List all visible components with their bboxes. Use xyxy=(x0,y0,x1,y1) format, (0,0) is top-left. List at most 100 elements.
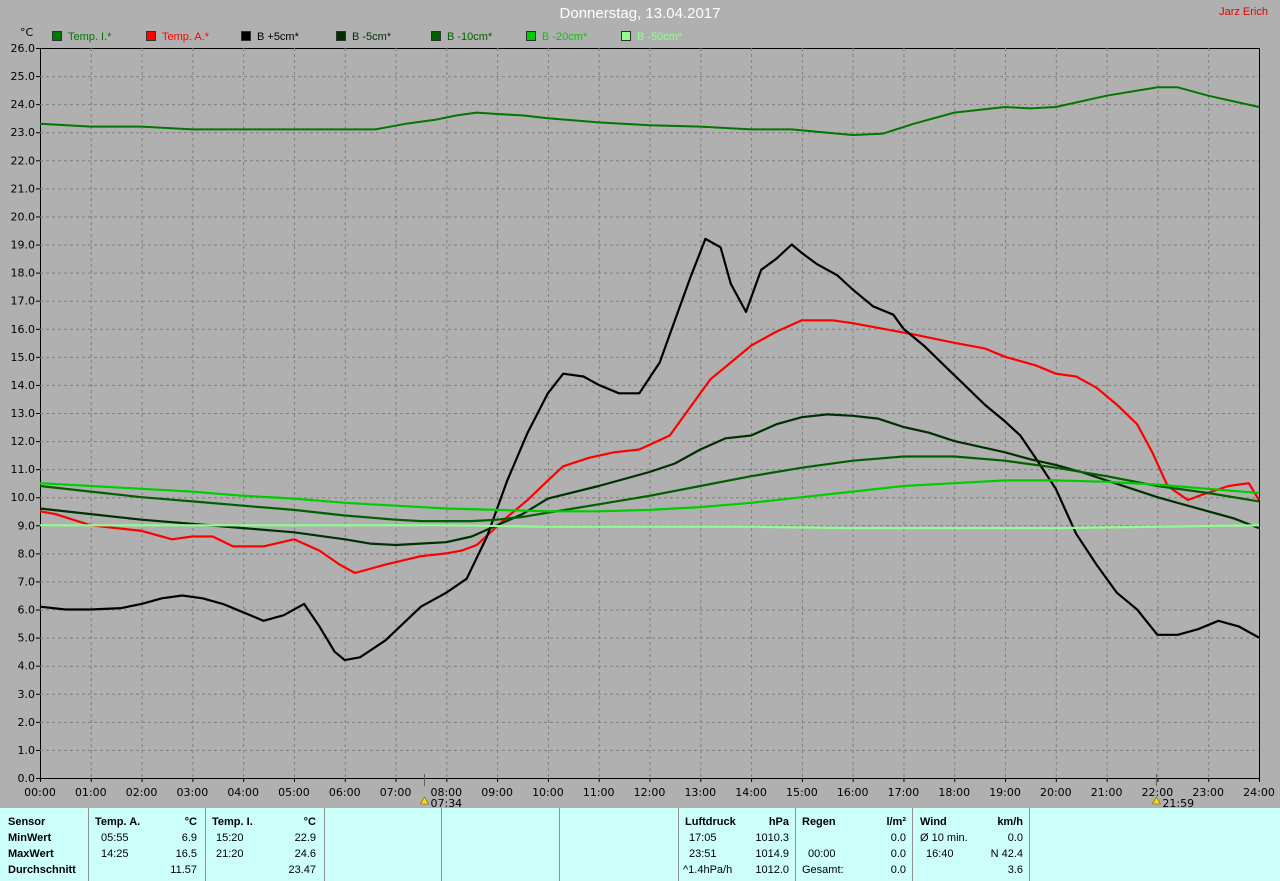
pressure-avg: 1012.0 xyxy=(755,864,789,876)
stats-col-rain: Regen l/m² 0.0 00:00 0.0 Gesamt: 0.0 xyxy=(796,808,913,881)
rain-r2-value: 0.0 xyxy=(890,848,906,860)
y-tick-label: 25.0 xyxy=(11,70,36,83)
x-tick-label: 15:00 xyxy=(786,786,818,799)
x-tick-label: 14:00 xyxy=(735,786,767,799)
line-chart: °C 0.0 1.0 2.0 3.0 4.0 5.0 6.0 7.0 8.0 9.0 10.0 11.… xyxy=(11,26,1275,808)
wind-r2-label: 16:40 xyxy=(926,848,954,860)
x-tick-label: 07:00 xyxy=(380,786,412,799)
temp-i-min: 22.9 xyxy=(294,832,316,844)
temp-a-avg: 11.57 xyxy=(170,864,197,876)
stats-col-empty-1 xyxy=(325,808,442,881)
x-tick-label: 11:00 xyxy=(583,786,615,799)
y-tick-label: 23.0 xyxy=(11,126,36,139)
temp-i-avg: 23.47 xyxy=(288,864,316,876)
legend-swatch xyxy=(526,31,536,41)
pressure-max-time: 23:51 xyxy=(689,848,717,860)
marker-label: 21:59 xyxy=(1162,797,1194,808)
x-tick-label: 19:00 xyxy=(989,786,1021,799)
sunrise-icon xyxy=(419,796,430,805)
legend-item: Temp. I.* xyxy=(52,31,111,43)
y-tick-label: 4.0 xyxy=(18,660,36,673)
temp-i-max-time: 21:20 xyxy=(216,848,244,860)
stats-col-pressure: Luftdruck hPa 17:05 1010.3 23:51 1014.9 … xyxy=(679,808,796,881)
y-tick-label: 26.0 xyxy=(11,42,36,55)
y-tick-label: 2.0 xyxy=(18,716,36,729)
x-tick-label: 18:00 xyxy=(938,786,970,799)
wind-r1-value: 0.0 xyxy=(1007,832,1023,844)
legend-label: B -10cm* xyxy=(447,31,493,43)
marker-label: 07:34 xyxy=(430,797,462,808)
x-tick-label: 01:00 xyxy=(75,786,107,799)
x-tick-label: 12:00 xyxy=(634,786,666,799)
legend-item: B -50cm* xyxy=(621,31,682,43)
legend-label: B -50cm* xyxy=(637,31,683,43)
y-tick-label: 14.0 xyxy=(11,379,36,392)
rain-r3-value: 0.0 xyxy=(890,864,906,876)
sensor-header: Sensor xyxy=(8,816,46,828)
wind-r2-value: N 42.4 xyxy=(990,848,1023,860)
x-tick-label: 20:00 xyxy=(1040,786,1072,799)
legend-swatch xyxy=(52,31,62,41)
rain-unit: l/m² xyxy=(886,816,906,828)
y-tick-label: 7.0 xyxy=(18,575,36,588)
temp-a-min-time: 05:55 xyxy=(101,832,129,844)
x-tick-label: 16:00 xyxy=(837,786,869,799)
stats-col-temp-i: Temp. I. °C 15:20 22.9 21:20 24.6 23.47 xyxy=(206,808,325,881)
temp-i-unit: °C xyxy=(303,816,316,828)
temp-a-header: Temp. A. xyxy=(95,816,141,828)
row-label-max: MaxWert xyxy=(8,848,54,860)
temp-i-min-time: 15:20 xyxy=(216,832,244,844)
legend-label: B +5cm* xyxy=(257,31,299,43)
legend-label: Temp. I.* xyxy=(68,31,112,43)
legend-item: B -20cm* xyxy=(526,31,587,43)
y-tick-label: 12.0 xyxy=(11,435,36,448)
x-tick-label: 09:00 xyxy=(481,786,513,799)
temp-a-max: 16.5 xyxy=(175,848,197,860)
stats-col-empty-3 xyxy=(560,808,679,881)
stats-col-wind: Wind km/h Ø 10 min. 0.0 16:40 N 42.4 3.6 xyxy=(913,808,1030,881)
x-tick-label: 21:00 xyxy=(1091,786,1123,799)
stats-col-empty-2 xyxy=(442,808,560,881)
rain-header: Regen xyxy=(802,816,836,828)
pressure-min-time: 17:05 xyxy=(689,832,717,844)
x-tick-label: 03:00 xyxy=(177,786,209,799)
stats-panel: Sensor MinWert MaxWert Durchschnitt Temp… xyxy=(0,808,1280,881)
y-tick-label: 3.0 xyxy=(18,688,36,701)
legend-swatch xyxy=(431,31,441,41)
rain-r3-label: Gesamt: xyxy=(802,864,844,876)
legend-swatch xyxy=(146,31,156,41)
legend-label: B -20cm* xyxy=(542,31,588,43)
temp-a-unit: °C xyxy=(184,816,197,828)
legend-item: Temp. A.* xyxy=(146,31,209,43)
y-axis: 0.0 1.0 2.0 3.0 4.0 5.0 6.0 7.0 8.0 9.0 10.0 11.0 12… xyxy=(11,42,40,785)
legend-item: B -5cm* xyxy=(336,31,391,43)
x-tick-label: 17:00 xyxy=(888,786,920,799)
legend-label: B -5cm* xyxy=(352,31,392,43)
y-tick-label: 0.0 xyxy=(18,772,36,785)
y-tick-label: 6.0 xyxy=(18,604,36,617)
rain-r2-label: 00:00 xyxy=(808,848,836,860)
y-tick-label: 10.0 xyxy=(11,491,36,504)
wind-unit: km/h xyxy=(997,816,1023,828)
x-tick-label: 00:00 xyxy=(24,786,56,799)
x-tick-label: 24:00 xyxy=(1243,786,1275,799)
rain-r1-value: 0.0 xyxy=(890,832,906,844)
pressure-min: 1010.3 xyxy=(755,832,789,844)
x-tick-label: 06:00 xyxy=(329,786,361,799)
pressure-max: 1014.9 xyxy=(755,848,789,860)
legend-swatch xyxy=(241,31,251,41)
y-tick-label: 19.0 xyxy=(11,239,36,252)
y-tick-label: 18.0 xyxy=(11,267,36,280)
legend-label: Temp. A.* xyxy=(162,31,210,43)
stats-col-temp-a: Temp. A. °C 05:55 6.9 14:25 16.5 11.57 xyxy=(89,808,206,881)
stats-col-sensor: Sensor MinWert MaxWert Durchschnitt xyxy=(0,808,89,881)
x-tick-label: 05:00 xyxy=(278,786,310,799)
y-tick-label: 22.0 xyxy=(11,154,36,167)
temp-i-max: 24.6 xyxy=(294,848,316,860)
temp-a-min: 6.9 xyxy=(181,832,197,844)
x-axis: 00:00 01:00 02:00 03:00 04:00 05:00 06:00 07:00… xyxy=(24,778,1275,799)
y-tick-label: 15.0 xyxy=(11,351,36,364)
pressure-unit: hPa xyxy=(768,816,789,828)
x-tick-label: 04:00 xyxy=(227,786,259,799)
wind-header: Wind xyxy=(920,816,947,828)
